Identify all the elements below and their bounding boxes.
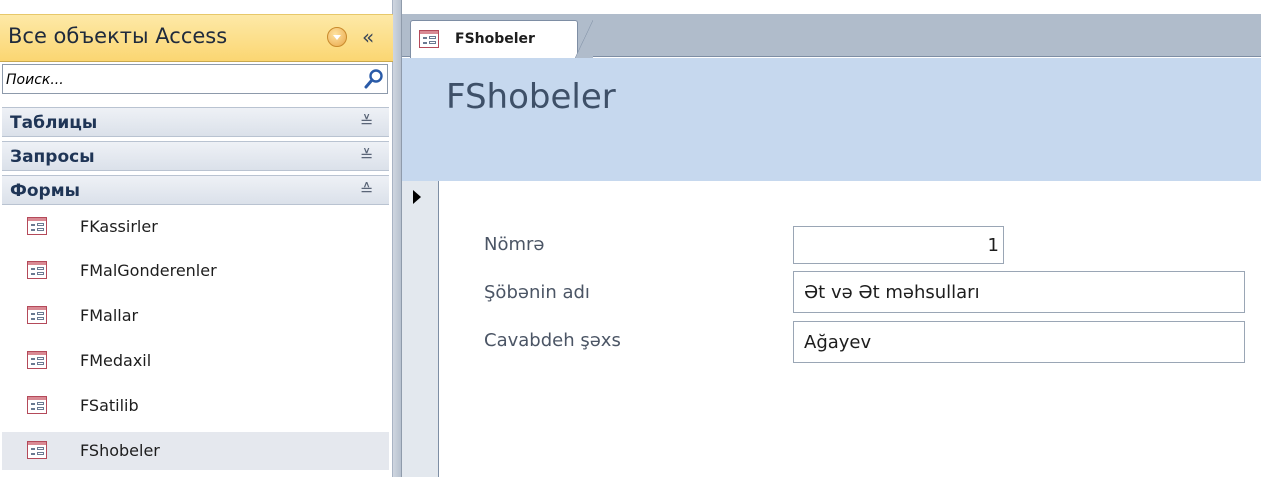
document-tab-strip: FShobeler <box>402 14 1261 58</box>
form-title: FShobeler <box>446 77 616 117</box>
form-icon <box>27 351 47 369</box>
form-detail: Nömrə Şöbənin adı Cavabdeh şəxs <box>440 181 1261 477</box>
field-label-cavabdeh: Cavabdeh şəxs <box>484 330 621 351</box>
field-label-shobe-adi: Şöbənin adı <box>484 282 590 303</box>
nav-group-label: Таблицы <box>10 113 98 133</box>
nav-group-tables[interactable]: Таблицы ≚ <box>2 107 389 137</box>
search-icon[interactable] <box>363 68 385 90</box>
nav-item-label: FKassirler <box>80 217 158 236</box>
nav-pane-title[interactable]: Все объекты Access <box>8 24 227 48</box>
nav-item-fmalgonderenler[interactable]: FMalGonderenler <box>2 252 389 290</box>
navigation-pane: Все объекты Access « Таблицы ≚ Запросы ≚… <box>0 0 393 477</box>
form-icon <box>27 261 47 279</box>
nav-group-label: Формы <box>10 181 80 201</box>
nav-item-fmallar[interactable]: FMallar <box>2 297 389 335</box>
tab-label: FShobeler <box>455 31 535 47</box>
nav-item-label: FMalGonderenler <box>80 261 217 280</box>
nav-item-label: FShobeler <box>80 441 160 460</box>
document-area: FShobeler FShobeler Nömrə Şöbənin adı Ca… <box>402 0 1261 477</box>
form-header: FShobeler <box>402 58 1261 181</box>
nomre-field[interactable] <box>793 226 1004 264</box>
nav-item-label: FMallar <box>80 306 139 325</box>
nav-group-queries[interactable]: Запросы ≚ <box>2 141 389 171</box>
nav-item-fshobeler[interactable]: FShobeler <box>2 432 389 470</box>
chevron-up-icon[interactable]: ≙ <box>360 180 373 199</box>
search-box[interactable] <box>2 64 388 94</box>
tab-fshobeler[interactable]: FShobeler <box>410 20 593 58</box>
field-label-nomre: Nömrə <box>484 234 545 255</box>
nav-item-fsatilib[interactable]: FSatilib <box>2 387 389 425</box>
nav-group-label: Запросы <box>10 147 95 167</box>
form-icon <box>27 306 47 324</box>
search-input[interactable] <box>6 70 346 90</box>
cavabdeh-field[interactable] <box>793 321 1245 363</box>
nav-item-fkassirler[interactable]: FKassirler <box>2 208 389 246</box>
chevron-down-icon[interactable]: ≚ <box>360 112 373 131</box>
dropdown-icon[interactable] <box>327 27 347 47</box>
collapse-pane-icon[interactable]: « <box>362 25 374 49</box>
form-icon <box>27 441 47 459</box>
chevron-down-icon[interactable]: ≚ <box>360 146 373 165</box>
nav-item-label: FSatilib <box>80 396 139 415</box>
form-icon <box>27 217 47 235</box>
nav-item-label: FMedaxil <box>80 351 152 370</box>
pane-splitter[interactable] <box>393 0 402 477</box>
record-selector-pointer-icon <box>413 190 421 204</box>
record-selector[interactable] <box>402 181 439 477</box>
form-icon <box>419 30 439 48</box>
nav-pane-header[interactable]: Все объекты Access « <box>0 14 393 62</box>
shobe-adi-field[interactable] <box>793 271 1245 313</box>
nav-item-fmedaxil[interactable]: FMedaxil <box>2 342 389 380</box>
nav-group-forms[interactable]: Формы ≙ <box>2 175 389 205</box>
form-icon <box>27 396 47 414</box>
